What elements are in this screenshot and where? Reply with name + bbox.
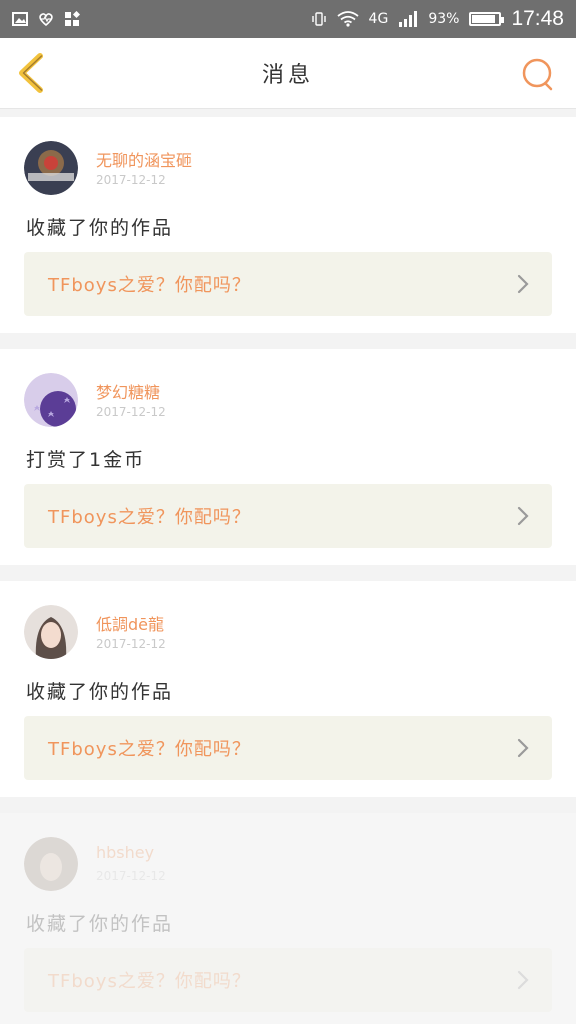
battery-icon [469,12,505,26]
avatar[interactable] [24,837,78,891]
work-title: TFboys之爱？你配吗？ [48,275,251,296]
message-date: 2017-12-12 [96,637,166,651]
battery-level [472,15,495,23]
message-list: 无聊的涵宝砸 2017-12-12 收藏了你的作品 TFboys之爱？你配吗？ … [0,109,576,1024]
network-type: 4G [368,11,389,27]
chevron-right-icon [517,506,529,526]
work-title: TFboys之爱？你配吗？ [48,739,251,760]
avatar-image [24,605,78,659]
message-card: 梦幻糖糖 2017-12-12 打赏了1金币 TFboys之爱？你配吗？ [0,349,576,565]
message-action: 收藏了你的作品 [26,913,174,935]
work-link[interactable]: TFboys之爱？你配吗？ [24,484,552,548]
page-title: 消息 [261,63,314,88]
username[interactable]: 无聊的涵宝砸 [96,147,192,171]
message-card: 无聊的涵宝砸 2017-12-12 收藏了你的作品 TFboys之爱？你配吗？ [0,117,576,333]
avatar-image [24,837,78,891]
chevron-left-icon [19,53,43,93]
battery-percent: 93% [428,11,460,27]
message-action: 收藏了你的作品 [26,681,174,703]
chevron-right-icon [517,738,529,758]
work-title: TFboys之爱？你配吗？ [48,971,251,992]
username[interactable]: hbshey [96,843,154,862]
avatar[interactable] [24,373,78,427]
search-icon [522,58,553,91]
status-left-icons [12,11,80,27]
wifi-icon [336,11,359,27]
work-title: TFboys之爱？你配吗？ [48,507,251,528]
message-date: 2017-12-12 [96,173,166,187]
message-card: 低調dē龍 2017-12-12 收藏了你的作品 TFboys之爱？你配吗？ [0,581,576,797]
clock: 17:48 [511,7,564,30]
status-bar: 4G 93% 17:48 [0,0,576,38]
work-link[interactable]: TFboys之爱？你配吗？ [24,716,552,780]
back-button[interactable] [14,52,54,94]
username[interactable]: 梦幻糖糖 [96,379,160,403]
signal-icon [399,11,418,27]
message-action: 打赏了1金币 [26,449,146,471]
nav-bar: 消息 [0,38,576,109]
avatar-image [24,373,78,427]
health-icon [39,13,53,27]
avatar-image [24,141,78,195]
message-date: 2017-12-12 [96,405,166,419]
avatar[interactable] [24,605,78,659]
message-date: 2017-12-12 [96,869,166,883]
search-button[interactable] [520,56,556,92]
vibrate-icon [311,12,326,26]
work-link[interactable]: TFboys之爱？你配吗？ [24,252,552,316]
work-link[interactable]: TFboys之爱？你配吗？ [24,948,552,1012]
avatar[interactable] [24,141,78,195]
message-card: hbshey 2017-12-12 收藏了你的作品 TFboys之爱？你配吗？ [0,813,576,1024]
chevron-right-icon [517,274,529,294]
status-right-icons: 4G 93% 17:48 [311,7,564,31]
gallery-icon [12,12,28,26]
username[interactable]: 低調dē龍 [96,611,164,635]
apps-icon [65,11,80,26]
message-action: 收藏了你的作品 [26,217,174,239]
chevron-right-icon [517,970,529,990]
